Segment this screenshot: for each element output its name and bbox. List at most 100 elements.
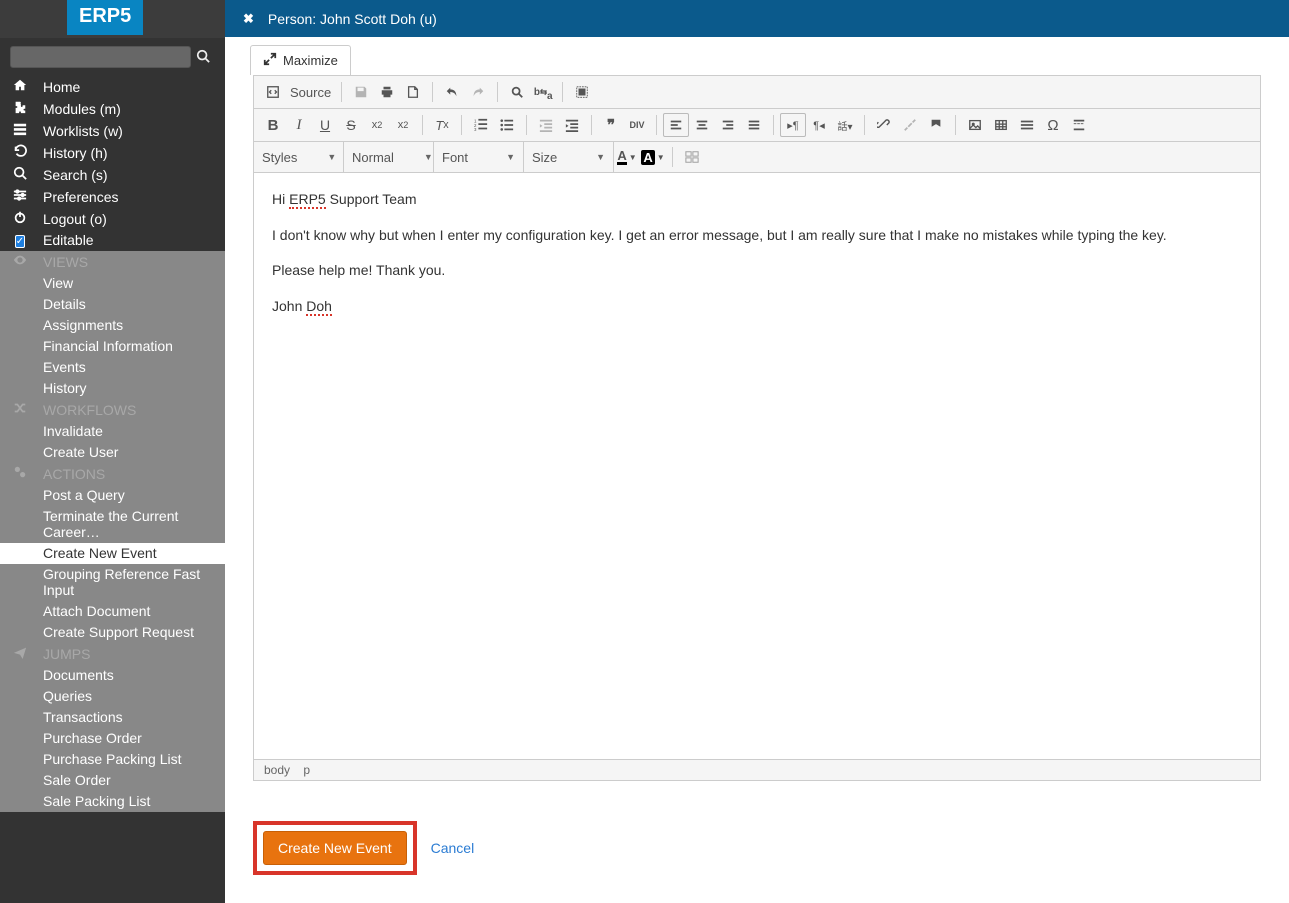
- ul-icon[interactable]: [494, 113, 520, 137]
- align-right-icon[interactable]: [715, 113, 741, 137]
- nav-worklists[interactable]: Worklists (w): [0, 120, 225, 142]
- div-icon[interactable]: DIV: [624, 113, 650, 137]
- outdent-icon[interactable]: [533, 113, 559, 137]
- jmp-purchase-order[interactable]: Purchase Order: [0, 728, 225, 749]
- search-icon[interactable]: [191, 49, 215, 66]
- ol-icon[interactable]: 123: [468, 113, 494, 137]
- align-left-icon[interactable]: [663, 113, 689, 137]
- path-seg[interactable]: body: [264, 763, 290, 777]
- section-title: JUMPS: [43, 646, 90, 662]
- table-icon[interactable]: [988, 113, 1014, 137]
- align-center-icon[interactable]: [689, 113, 715, 137]
- act-create-new-event[interactable]: Create New Event: [0, 543, 225, 564]
- link-icon[interactable]: [871, 113, 897, 137]
- print-icon[interactable]: [374, 80, 400, 104]
- undo-icon[interactable]: [439, 80, 465, 104]
- bold-icon[interactable]: B: [260, 113, 286, 137]
- jmp-documents[interactable]: Documents: [0, 665, 225, 686]
- close-icon[interactable]: ✖: [243, 11, 254, 27]
- jmp-queries[interactable]: Queries: [0, 686, 225, 707]
- superscript-icon[interactable]: x2: [390, 113, 416, 137]
- unlink-icon[interactable]: [897, 113, 923, 137]
- source-button[interactable]: [260, 80, 286, 104]
- quote-icon[interactable]: ❞: [598, 113, 624, 137]
- maximize-icon: [263, 52, 277, 69]
- views-view[interactable]: View: [0, 273, 225, 294]
- indent-icon[interactable]: [559, 113, 585, 137]
- format-select[interactable]: Normal▼: [344, 142, 434, 172]
- views-details[interactable]: Details: [0, 294, 225, 315]
- show-blocks-icon[interactable]: [679, 145, 705, 169]
- nav-label: Worklists (w): [43, 123, 123, 139]
- remove-format-icon[interactable]: Tx: [429, 113, 455, 137]
- nav-label: Sale Order: [43, 772, 111, 788]
- redo-icon[interactable]: [465, 80, 491, 104]
- path-seg[interactable]: p: [303, 763, 310, 777]
- sidebar-search-row: [0, 38, 225, 76]
- act-create-support[interactable]: Create Support Request: [0, 622, 225, 643]
- size-select[interactable]: Size▼: [524, 142, 614, 172]
- sidebar-search-input[interactable]: [10, 46, 191, 68]
- nav-editable-toggle[interactable]: ✓Editable: [0, 230, 225, 251]
- nav-label: Home: [43, 79, 80, 95]
- underline-icon[interactable]: U: [312, 113, 338, 137]
- nav-label: Invalidate: [43, 423, 103, 439]
- newpage-icon[interactable]: [400, 80, 426, 104]
- editor-text: I don't know why but when I enter my con…: [272, 225, 1242, 247]
- find-icon[interactable]: [504, 80, 530, 104]
- nav-label: Transactions: [43, 709, 123, 725]
- text-color-icon[interactable]: A▼: [614, 145, 640, 169]
- font-select[interactable]: Font▼: [434, 142, 524, 172]
- views-assignments[interactable]: Assignments: [0, 315, 225, 336]
- rtl-icon[interactable]: ¶◂: [806, 113, 832, 137]
- nav-logout[interactable]: Logout (o): [0, 208, 225, 230]
- image-icon[interactable]: [962, 113, 988, 137]
- nav-preferences[interactable]: Preferences: [0, 186, 225, 208]
- align-justify-icon[interactable]: [741, 113, 767, 137]
- editor-text: Hi: [272, 191, 289, 207]
- nav-home[interactable]: Home: [0, 76, 225, 98]
- jmp-purchase-packing[interactable]: Purchase Packing List: [0, 749, 225, 770]
- act-grouping-ref[interactable]: Grouping Reference Fast Input: [0, 564, 225, 601]
- jmp-sale-order[interactable]: Sale Order: [0, 770, 225, 791]
- views-events[interactable]: Events: [0, 357, 225, 378]
- logo[interactable]: ERP5: [67, 0, 143, 35]
- save-icon[interactable]: [348, 80, 374, 104]
- nav-history[interactable]: History (h): [0, 142, 225, 164]
- language-icon[interactable]: 話▾: [832, 113, 858, 137]
- cancel-link[interactable]: Cancel: [431, 840, 475, 856]
- nav-modules[interactable]: Modules (m): [0, 98, 225, 120]
- act-terminate-career[interactable]: Terminate the Current Career…: [0, 506, 225, 543]
- subscript-icon[interactable]: x2: [364, 113, 390, 137]
- gears-icon: [10, 465, 30, 482]
- selectall-icon[interactable]: [569, 80, 595, 104]
- special-char-icon[interactable]: Ω: [1040, 113, 1066, 137]
- views-financial[interactable]: Financial Information: [0, 336, 225, 357]
- create-new-event-button[interactable]: Create New Event: [263, 831, 407, 865]
- act-post-query[interactable]: Post a Query: [0, 485, 225, 506]
- source-label[interactable]: Source: [286, 85, 335, 100]
- act-attach-document[interactable]: Attach Document: [0, 601, 225, 622]
- anchor-icon[interactable]: [923, 113, 949, 137]
- replace-icon[interactable]: b⇆a: [530, 80, 556, 104]
- editor-body[interactable]: Hi ERP5 Support Team I don't know why bu…: [254, 173, 1260, 759]
- wf-invalidate[interactable]: Invalidate: [0, 421, 225, 442]
- editor-text: ERP5: [289, 191, 326, 209]
- nav-label: Financial Information: [43, 338, 173, 354]
- hr-icon[interactable]: [1014, 113, 1040, 137]
- sel-label: Normal: [352, 150, 394, 165]
- jmp-transactions[interactable]: Transactions: [0, 707, 225, 728]
- nav-label: History: [43, 380, 87, 396]
- views-history[interactable]: History: [0, 378, 225, 399]
- nav-search[interactable]: Search (s): [0, 164, 225, 186]
- pagebreak-icon[interactable]: [1066, 113, 1092, 137]
- editor-text: Doh: [306, 298, 332, 316]
- ltr-icon[interactable]: ▸¶: [780, 113, 806, 137]
- italic-icon[interactable]: I: [286, 113, 312, 137]
- strike-icon[interactable]: S: [338, 113, 364, 137]
- wf-create-user[interactable]: Create User: [0, 442, 225, 463]
- bg-color-icon[interactable]: A▼: [640, 145, 666, 169]
- maximize-button[interactable]: Maximize: [250, 45, 351, 75]
- styles-select[interactable]: Styles▼: [254, 142, 344, 172]
- jmp-sale-packing[interactable]: Sale Packing List: [0, 791, 225, 812]
